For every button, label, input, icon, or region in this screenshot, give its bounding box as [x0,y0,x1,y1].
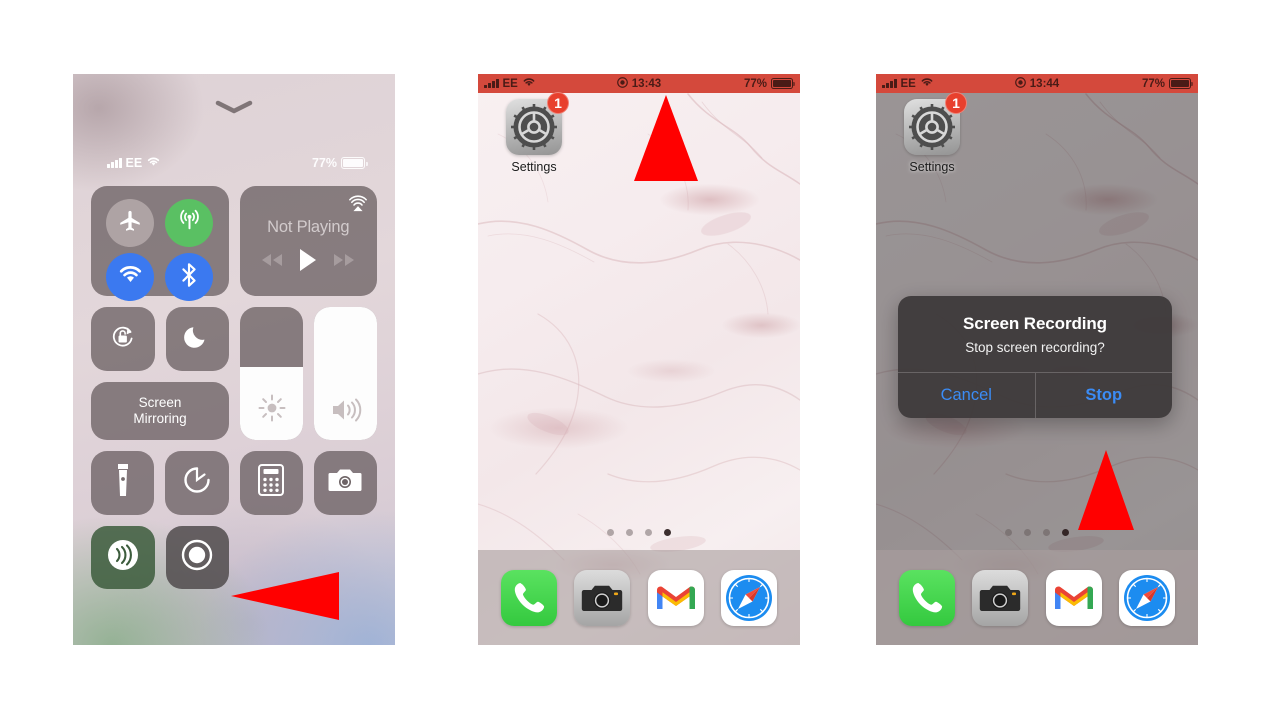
page-dot[interactable] [645,529,652,536]
screen-mirroring-label-line2: Mirroring [133,410,187,426]
control-center-grid: Not Playing Screen Mirroring [91,186,377,600]
arrow-pointing-to-stop-button [1076,450,1136,532]
dock-icon-phone[interactable] [500,569,557,626]
screen-record-button[interactable] [165,525,229,589]
badge-count: 1 [547,92,569,114]
page-dot-active[interactable] [1062,529,1069,536]
calculator-icon [258,464,285,501]
arrow-pointing-to-status-bar [632,95,700,183]
status-bar-recording: EE 13:44 77% [876,74,1198,93]
battery-icon [771,78,796,89]
play-icon[interactable] [298,248,318,277]
brightness-sun-icon [240,392,303,424]
dock-icon-camera[interactable] [972,569,1029,626]
timer-button[interactable] [165,451,229,515]
app-label: Settings [909,160,955,174]
bluetooth-icon [178,261,200,294]
dock-icon-phone[interactable] [898,569,955,626]
timer-icon [180,463,214,502]
settings-gear-icon[interactable]: 1 [506,92,569,155]
alert-message: Stop screen recording? [965,340,1105,355]
clock-label: 13:43 [631,77,662,90]
battery-icon [341,157,368,169]
battery-percent-label: 77% [311,156,337,170]
recording-dot-icon [616,76,628,91]
dock-icon-gmail[interactable] [1045,569,1102,626]
camera-button[interactable] [313,451,377,515]
page-dot[interactable] [1043,529,1050,536]
volume-icon [314,396,377,424]
dock-icon-gmail[interactable] [647,569,704,626]
dock-icon-safari[interactable] [1119,569,1176,626]
flashlight-button[interactable] [91,451,155,515]
cellular-tower-icon [176,207,203,239]
rotation-lock-icon [108,321,138,356]
moon-icon [183,322,211,355]
cc-row-2: Screen Mirroring [91,307,377,440]
battery-percent-label: 77% [1141,77,1165,90]
page-dots[interactable] [478,529,800,536]
badge-count: 1 [945,92,967,114]
page-dots[interactable] [876,529,1198,536]
connectivity-tile[interactable] [91,186,229,301]
status-bar-recording: EE 13:43 77% [478,74,800,93]
alert-title: Screen Recording [963,314,1107,333]
cancel-button[interactable]: Cancel [898,373,1035,418]
airplane-mode-toggle[interactable] [106,199,155,247]
airplane-icon [117,208,143,239]
recording-dot-icon [1014,76,1026,91]
hearing-icon [103,535,143,580]
app-settings[interactable]: 1 Settings [896,92,968,174]
rotation-lock-toggle[interactable] [91,307,155,371]
flashlight-icon [115,463,131,502]
control-center-handle[interactable] [214,100,254,114]
page-dot-active[interactable] [664,529,671,536]
media-title: Not Playing [267,218,350,236]
volume-slider[interactable] [314,307,377,440]
rewind-icon[interactable] [261,253,283,272]
page-dot[interactable] [1024,529,1031,536]
screenshot-stage: EE 77% Not Playing Screen Mirroring EE 1… [0,0,1280,720]
page-dot[interactable] [1005,529,1012,536]
screen-record-icon [177,535,217,580]
camera-icon [328,467,362,498]
cc-row-3 [91,451,377,515]
dock-icon-safari[interactable] [721,569,778,626]
wifi-toggle[interactable] [106,253,155,301]
clock-label: 13:44 [1029,77,1060,90]
screen-recording-alert: Screen Recording Stop screen recording? … [898,296,1172,418]
screen-mirroring-button[interactable]: Screen Mirroring [91,381,229,440]
arrow-pointing-to-screen-record-toggle [231,572,341,620]
page-dot[interactable] [607,529,614,536]
carrier-label: EE [125,156,143,170]
app-label: Settings [511,160,557,174]
app-settings[interactable]: 1 Settings [498,92,570,174]
settings-gear-icon[interactable]: 1 [904,92,967,155]
airplay-icon[interactable] [348,193,368,213]
battery-percent-label: 77% [743,77,767,90]
dock [876,550,1198,645]
cc-row-1: Not Playing [91,186,377,301]
media-player-tile[interactable]: Not Playing [239,186,377,296]
calculator-button[interactable] [239,451,303,515]
cellular-data-toggle[interactable] [165,199,214,247]
brightness-slider[interactable] [240,307,303,440]
hearing-button[interactable] [91,525,155,589]
stop-button[interactable]: Stop [1034,373,1173,418]
wifi-icon [117,264,144,290]
wifi-icon [146,156,161,170]
status-bar: EE 77% [73,156,395,172]
fast-forward-icon[interactable] [333,253,355,272]
phone-screen-control-center: EE 77% Not Playing Screen Mirroring [73,74,395,645]
do-not-disturb-toggle[interactable] [165,307,229,371]
battery-icon [1169,78,1194,89]
phone-screen-stop-alert: EE 13:44 77% 1 Settings Screen Recording… [876,74,1198,645]
screen-mirroring-label-line1: Screen [138,394,182,410]
page-dot[interactable] [626,529,633,536]
bluetooth-toggle[interactable] [165,253,214,301]
cellular-bars-icon [107,158,122,168]
dock [478,550,800,645]
dock-icon-camera[interactable] [574,569,631,626]
